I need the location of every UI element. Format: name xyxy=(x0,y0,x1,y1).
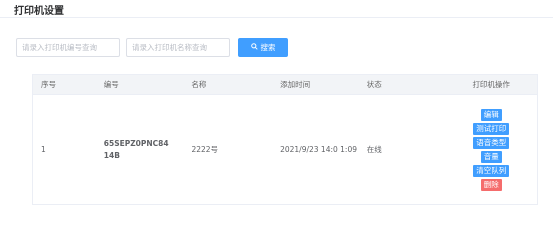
column-header-code: 编号 xyxy=(103,80,119,89)
voice-type-button[interactable]: 语音类型 xyxy=(473,136,510,149)
column-header-index: 序号 xyxy=(41,80,56,89)
title-divider xyxy=(0,17,553,18)
edit-button[interactable]: 编辑 xyxy=(480,108,502,121)
column-header-actions: 打印机操作 xyxy=(472,80,510,89)
cell-status: 在线 xyxy=(366,144,382,154)
cell-name: 2222号 xyxy=(191,144,219,154)
page-title: 打印机设置 xyxy=(14,6,64,17)
delete-button[interactable]: 删除 xyxy=(480,178,502,191)
test-print-button[interactable]: 测试打印 xyxy=(473,122,510,135)
clear-queue-button[interactable]: 清空队列 xyxy=(473,164,510,177)
cell-code: 65SEPZ0PNC84 14B xyxy=(103,138,169,160)
cell-index: 1 xyxy=(41,144,46,154)
printer-code-search-input[interactable] xyxy=(16,38,120,57)
volume-button[interactable]: 音量 xyxy=(480,150,502,163)
cell-added-time: 2021/9/23 14:0 1:09 xyxy=(280,144,358,154)
cell-actions: 编辑 测试打印 语音类型 音量 清空队列 删除 xyxy=(445,95,537,204)
table-row: 1 65SEPZ0PNC84 14B 2222号 2021/9/23 14:0 … xyxy=(33,95,537,204)
search-button-label: 搜索 xyxy=(260,43,276,52)
search-bar: 搜索 xyxy=(16,38,288,57)
table-header: 序号 编号 名称 添加时间 状态 打印机操作 xyxy=(33,75,537,95)
column-header-status: 状态 xyxy=(366,80,382,89)
printer-name-search-input[interactable] xyxy=(126,38,230,57)
search-button[interactable]: 搜索 xyxy=(238,38,288,57)
column-header-name: 名称 xyxy=(191,80,207,89)
printer-table: 序号 编号 名称 添加时间 状态 打印机操作 1 65SEPZ0PNC84 14… xyxy=(32,74,538,205)
column-header-added-time: 添加时间 xyxy=(280,80,311,89)
search-icon xyxy=(250,43,258,52)
